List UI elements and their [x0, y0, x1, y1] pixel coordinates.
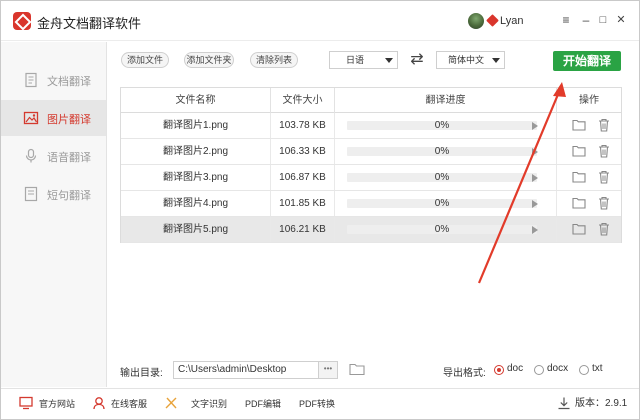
close-button[interactable]: ✕ [614, 13, 628, 27]
play-icon[interactable] [532, 122, 538, 130]
user-avatar[interactable] [468, 13, 484, 29]
target-language-value: 简体中文 [447, 55, 484, 65]
sidebar-item-label: 短句翻译 [47, 190, 91, 202]
phrase-icon [24, 186, 38, 202]
app-window: 金舟文档翻译软件 Lyan ≡ – □ ✕ 文档翻译 图片翻译 语音翻译 短句翻… [0, 0, 640, 420]
file-name-cell: 翻译图片1.png [121, 113, 271, 138]
header-filesize: 文件大小 [271, 88, 335, 113]
monitor-icon [19, 396, 33, 410]
footer-online-service[interactable]: 在线客服 [111, 389, 147, 419]
format-docx-label[interactable]: docx [547, 363, 568, 374]
progress-text: 0% [434, 224, 450, 235]
progress-text: 0% [434, 198, 450, 209]
download-icon [558, 397, 570, 410]
sidebar-item-phrase[interactable]: 短句翻译 [1, 176, 106, 212]
file-size-cell: 101.85 KB [271, 191, 335, 216]
app-logo-icon [13, 12, 31, 30]
format-doc-label[interactable]: doc [507, 363, 523, 374]
customer-service-icon [93, 397, 105, 410]
footer-text-recognition[interactable]: 文字识别 [191, 389, 227, 419]
vip-badge-icon [486, 14, 499, 27]
app-title: 金舟文档翻译软件 [37, 16, 142, 31]
document-icon [25, 72, 37, 88]
username[interactable]: Lyan [500, 15, 523, 27]
play-icon[interactable] [532, 174, 538, 182]
version-label: 版本：2.9.1 [575, 398, 628, 409]
sidebar-item-label: 语音翻译 [47, 152, 91, 164]
file-name-cell: 翻译图片4.png [121, 191, 271, 216]
target-language-select[interactable]: 简体中文 [436, 51, 505, 69]
trash-icon[interactable] [598, 118, 610, 132]
menu-button[interactable]: ≡ [559, 13, 573, 27]
folder-icon[interactable] [572, 197, 586, 209]
folder-icon[interactable] [572, 145, 586, 157]
image-icon [23, 111, 39, 125]
header-filename: 文件名称 [121, 88, 271, 113]
table-row[interactable]: 翻译图片4.png 101.85 KB 0% [121, 191, 621, 217]
folder-icon[interactable] [572, 223, 586, 235]
file-name-cell: 翻译图片2.png [121, 139, 271, 164]
start-translate-button[interactable]: 开始翻译 [553, 51, 621, 71]
chevron-down-icon [385, 58, 393, 63]
trash-icon[interactable] [598, 196, 610, 210]
trash-icon[interactable] [598, 144, 610, 158]
source-language-select[interactable]: 日语 [329, 51, 398, 69]
file-size-cell: 106.33 KB [271, 139, 335, 164]
file-size-cell: 103.78 KB [271, 113, 335, 138]
folder-icon[interactable] [572, 119, 586, 131]
export-format-label: 导出格式: [443, 368, 486, 379]
sidebar-item-label: 文档翻译 [47, 76, 91, 88]
minimize-button[interactable]: – [579, 13, 593, 27]
file-name-cell: 翻译图片3.png [121, 165, 271, 190]
swap-languages-icon[interactable]: ⇄ [409, 51, 425, 69]
footer-pdf-convert[interactable]: PDF转换 [299, 389, 335, 419]
trash-icon[interactable] [598, 222, 610, 236]
chevron-down-icon [492, 58, 500, 63]
play-icon[interactable] [532, 200, 538, 208]
maximize-button[interactable]: □ [596, 13, 610, 27]
output-dir-label: 输出目录: [120, 368, 163, 379]
open-folder-icon[interactable] [349, 362, 365, 376]
trash-icon[interactable] [598, 170, 610, 184]
table-header: 文件名称 文件大小 翻译进度 操作 [121, 88, 621, 113]
microphone-icon [25, 148, 37, 163]
format-txt-radio[interactable] [579, 365, 589, 375]
sidebar-item-document[interactable]: 文档翻译 [1, 62, 106, 98]
add-file-button[interactable]: 添加文件 [121, 52, 169, 68]
browse-dir-button[interactable]: ••• [319, 361, 338, 379]
sidebar-item-voice[interactable]: 语音翻译 [1, 138, 106, 174]
format-docx-radio[interactable] [534, 365, 544, 375]
table-row[interactable]: 翻译图片5.png 106.21 KB 0% [121, 217, 621, 243]
progress-text: 0% [434, 146, 450, 157]
table-row[interactable]: 翻译图片1.png 103.78 KB 0% [121, 113, 621, 139]
sidebar-item-label: 图片翻译 [47, 114, 91, 126]
title-bar: 金舟文档翻译软件 Lyan ≡ – □ ✕ [1, 1, 639, 41]
table-row[interactable]: 翻译图片2.png 106.33 KB 0% [121, 139, 621, 165]
add-folder-button[interactable]: 添加文件夹 [184, 52, 234, 68]
text-recognition-icon [165, 397, 177, 409]
output-dir-input[interactable]: C:\Users\admin\Desktop [173, 361, 319, 379]
format-doc-radio[interactable] [494, 365, 504, 375]
header-actions: 操作 [579, 95, 599, 106]
folder-icon[interactable] [572, 171, 586, 183]
format-txt-label[interactable]: txt [592, 363, 603, 374]
footer-bar: 官方网站 在线客服 文字识别 PDF编辑 PDF转换 版本：2.9.1 [1, 388, 639, 419]
file-table: 文件名称 文件大小 翻译进度 操作 翻译图片1.png 103.78 KB 0% 翻译… [120, 87, 622, 243]
progress-text: 0% [434, 120, 450, 131]
file-size-cell: 106.21 KB [271, 217, 335, 242]
source-language-value: 日语 [345, 55, 364, 65]
sidebar-item-image[interactable]: 图片翻译 [1, 100, 106, 136]
footer-official-site[interactable]: 官方网站 [39, 389, 75, 419]
table-row[interactable]: 翻译图片3.png 106.87 KB 0% [121, 165, 621, 191]
file-name-cell: 翻译图片5.png [121, 217, 271, 242]
play-icon[interactable] [532, 148, 538, 156]
clear-list-button[interactable]: 清除列表 [250, 52, 298, 68]
footer-pdf-edit[interactable]: PDF编辑 [245, 389, 281, 419]
progress-text: 0% [434, 172, 450, 183]
file-size-cell: 106.87 KB [271, 165, 335, 190]
play-icon[interactable] [532, 226, 538, 234]
sidebar: 文档翻译 图片翻译 语音翻译 短句翻译 [1, 42, 107, 387]
header-progress: 翻译进度 [335, 88, 557, 113]
